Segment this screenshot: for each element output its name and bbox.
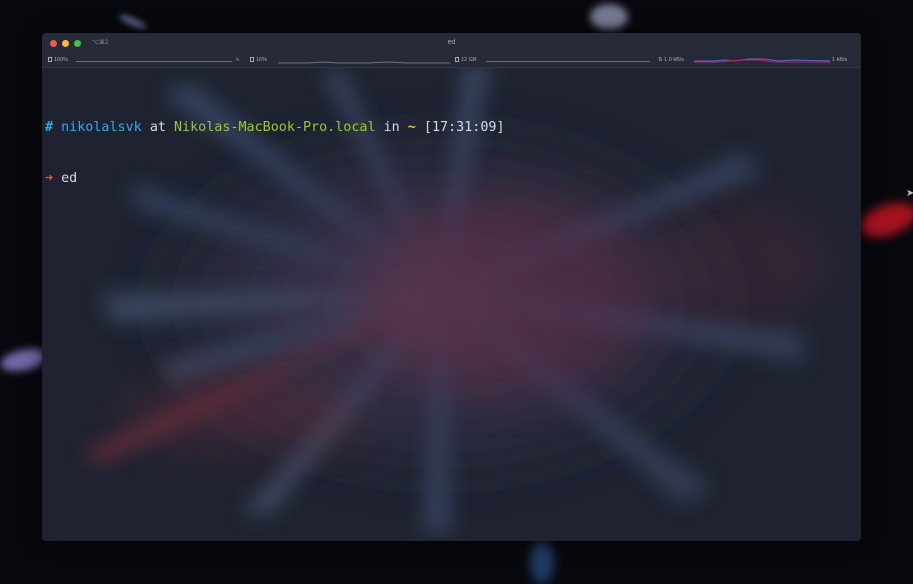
prompt-directory: ~ [407,120,416,135]
memory-value: 12 GB [461,57,477,63]
status-bar: 100% ϟ 16% 12 GB ⇅ 1.0 kB/s 1 kB/s [42,54,861,68]
cpu-status: 16% [250,57,267,63]
network-up-value: 1 kB/s [832,57,848,63]
wallpaper-streak [117,12,149,32]
prompt-user: nikolalsvk [61,120,142,135]
command-text: ed [61,171,78,186]
battery-icon [48,57,52,62]
prompt-line: # nikolalsvk at Nikolas-MacBook-Pro.loca… [45,119,505,136]
charging-bolt-icon: ϟ [236,57,239,63]
command-line[interactable]: ➜ ed [45,170,505,187]
wallpaper-streak [854,196,913,244]
network-graph [694,58,830,63]
prompt-symbol: # [45,120,54,135]
mouse-pointer-icon: ➤ [906,188,913,199]
prompt-time: [17:31:09] [423,120,505,135]
prompt-host: Nikolas-MacBook-Pro.local [174,120,376,135]
memory-icon [455,57,459,62]
cpu-icon [250,57,254,62]
command-arrow-icon: ➜ [45,171,54,186]
network-down-status: ⇅ 1.0 kB/s [658,57,684,63]
memory-status: 12 GB [455,57,477,63]
memory-usage-bar [486,61,650,62]
wallpaper-blob [590,4,628,30]
wallpaper-streak [530,540,554,584]
cpu-value: 16% [256,57,268,63]
cpu-graph [278,61,450,64]
battery-status: 100% [48,57,68,63]
terminal-output[interactable]: # nikolalsvk at Nikolas-MacBook-Pro.loca… [45,85,505,221]
prompt-at: at [149,120,166,135]
window-title: ed [447,39,456,46]
battery-level-bar [76,61,232,62]
network-down-value: 1.0 kB/s [664,57,685,63]
title-bar[interactable]: ⌥⌘2 ed [42,33,861,54]
battery-value: 100% [54,57,69,63]
prompt-in: in [383,120,400,135]
terminal-window[interactable]: ⌥⌘2 ed 100% ϟ 16% 12 GB ⇅ 1.0 kB/s 1 kB/… [42,33,861,541]
